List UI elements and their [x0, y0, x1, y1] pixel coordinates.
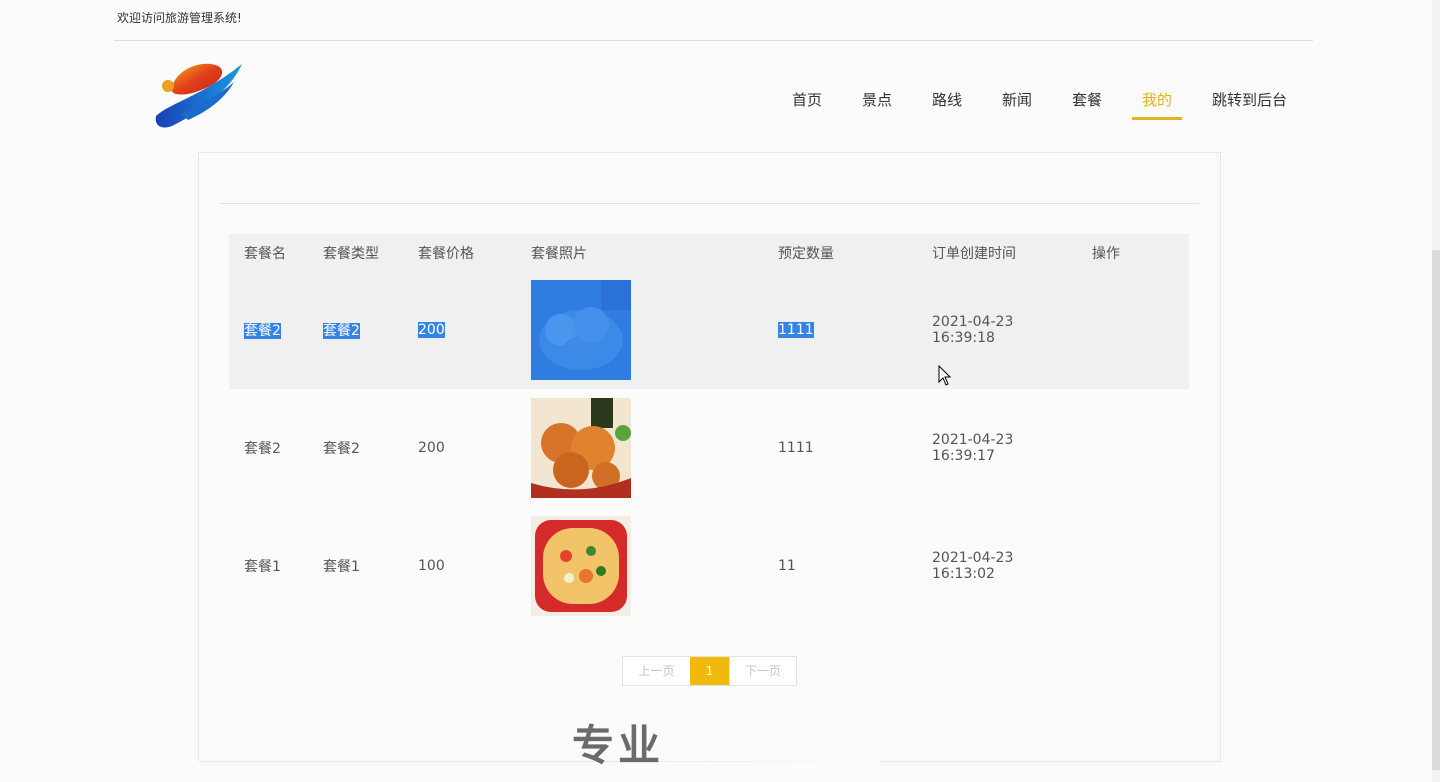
pagination: 上一页 1 下一页	[622, 656, 797, 686]
package-type: 套餐1	[323, 559, 360, 575]
created-date: 2021-04-23	[932, 314, 1014, 330]
col-type: 套餐类型	[308, 234, 403, 271]
top-bar: 欢迎访问旅游管理系统!	[114, 0, 1313, 41]
page-1-button[interactable]: 1	[690, 657, 729, 685]
booked-qty: 1111	[778, 440, 814, 456]
created-date: 2021-04-23	[932, 432, 1014, 448]
col-photo: 套餐照片	[516, 234, 763, 271]
blue-food-photo[interactable]	[531, 280, 631, 380]
table-row[interactable]: 套餐2 套餐2 200 1111 2021-04-23 16:39:17	[229, 389, 1189, 507]
actions-cell	[1077, 389, 1189, 507]
nav-home[interactable]: 首页	[792, 80, 822, 120]
table-row[interactable]: 套餐2 套餐2 200 1111 2021-04-23 16:39:18	[229, 271, 1189, 389]
nav-attractions[interactable]: 景点	[862, 80, 892, 120]
package-price: 200	[418, 440, 445, 456]
mouse-cursor-icon	[938, 365, 952, 386]
welcome-text: 欢迎访问旅游管理系统!	[117, 11, 242, 25]
nav-routes[interactable]: 路线	[932, 80, 962, 120]
col-created: 订单创建时间	[917, 234, 1077, 271]
divider	[219, 203, 1199, 204]
watermark: 专业	[572, 721, 665, 770]
prev-page-button[interactable]: 上一页	[623, 657, 690, 685]
watermark-fade	[660, 710, 880, 770]
created-time: 16:39:18	[932, 330, 995, 346]
package-type: 套餐2	[323, 323, 360, 339]
orders-table: 套餐名 套餐类型 套餐价格 套餐照片 预定数量 订单创建时间 操作 套餐2 套餐…	[229, 234, 1189, 625]
main-nav: 首页 景点 路线 新闻 套餐 我的 跳转到后台	[0, 80, 1300, 122]
package-price: 100	[418, 558, 445, 574]
page-scrollbar[interactable]	[1432, 0, 1440, 782]
col-qty: 预定数量	[763, 234, 917, 271]
table-header-row: 套餐名 套餐类型 套餐价格 套餐照片 预定数量 订单创建时间 操作	[229, 234, 1189, 271]
package-name: 套餐2	[244, 323, 281, 339]
package-type: 套餐2	[323, 441, 360, 457]
created-time: 16:39:17	[932, 448, 995, 464]
actions-cell	[1077, 507, 1189, 625]
booked-qty: 1111	[778, 322, 814, 338]
created-date: 2021-04-23	[932, 550, 1014, 566]
created-time: 16:13:02	[932, 566, 995, 582]
noodle-bowl-photo[interactable]	[531, 516, 631, 616]
scrollbar-thumb[interactable]	[1432, 250, 1440, 770]
package-name: 套餐1	[244, 559, 281, 575]
nav-admin[interactable]: 跳转到后台	[1212, 80, 1287, 120]
table-row[interactable]: 套餐1 套餐1 100 11 2021-04-23 16:13:02	[229, 507, 1189, 625]
actions-cell	[1077, 271, 1189, 389]
fried-food-photo[interactable]	[531, 398, 631, 498]
package-price: 200	[418, 322, 445, 338]
col-price: 套餐价格	[403, 234, 516, 271]
col-actions: 操作	[1077, 234, 1189, 271]
nav-mine[interactable]: 我的	[1132, 80, 1183, 120]
nav-packages[interactable]: 套餐	[1072, 80, 1102, 120]
next-page-button[interactable]: 下一页	[729, 657, 796, 685]
col-name: 套餐名	[229, 234, 308, 271]
nav-news[interactable]: 新闻	[1002, 80, 1032, 120]
booked-qty: 11	[778, 558, 796, 574]
package-name: 套餐2	[244, 441, 281, 457]
